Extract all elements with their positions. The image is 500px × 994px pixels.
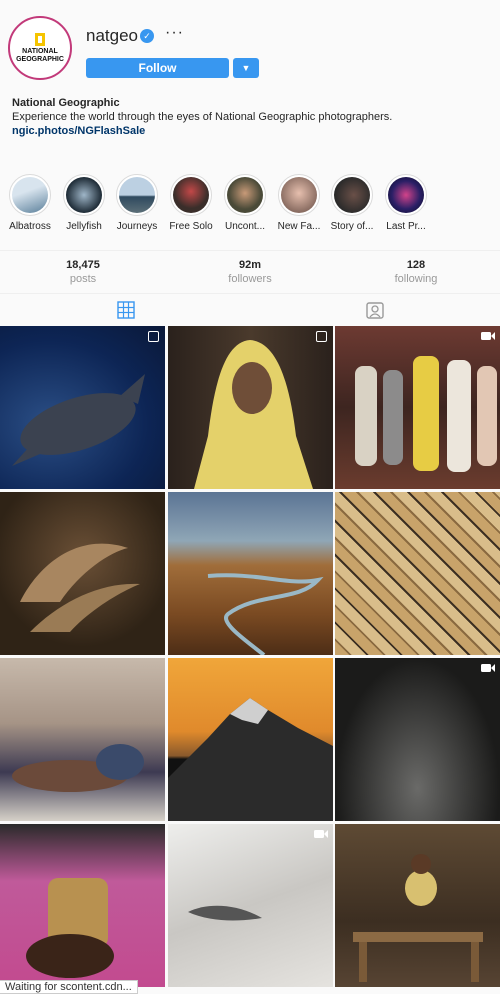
- following-label: following: [394, 273, 438, 285]
- video-icon: [481, 664, 495, 672]
- grid-post[interactable]: [335, 658, 500, 821]
- multiple-photos-icon: [316, 331, 327, 342]
- profile-header: NATIONAL GEOGRAPHIC natgeo ✓ ··· Follow …: [0, 0, 500, 94]
- story-highlights: Albatross Jellyfish Journeys Free Solo U…: [0, 174, 500, 238]
- highlight-item[interactable]: Story of...: [324, 174, 380, 232]
- grid-post[interactable]: [335, 824, 500, 987]
- highlight-item[interactable]: Journeys: [109, 174, 165, 232]
- browser-status-bar: Waiting for scontent.cdn...: [0, 980, 138, 994]
- highlight-label: Journeys: [116, 221, 158, 232]
- grid-post[interactable]: [335, 492, 500, 655]
- highlight-item[interactable]: Uncont...: [217, 174, 273, 232]
- followers-label: followers: [228, 273, 272, 285]
- hands-with-objects: [26, 878, 114, 978]
- following-count: 128: [406, 259, 426, 271]
- highlight-label: New Fa...: [277, 221, 321, 232]
- username: natgeo: [86, 26, 138, 45]
- verified-badge-icon: ✓: [140, 29, 154, 43]
- suggested-dropdown-button[interactable]: ▼: [233, 58, 259, 78]
- sleeping-figures: [12, 744, 144, 792]
- display-name: National Geographic: [12, 97, 120, 109]
- posts-label: posts: [69, 273, 97, 285]
- highlight-item[interactable]: Jellyfish: [56, 174, 112, 232]
- multiple-photos-icon: [148, 331, 159, 342]
- following-stat[interactable]: 128 following: [356, 259, 476, 285]
- highlight-label: Uncont...: [224, 221, 266, 232]
- highlight-label: Jellyfish: [66, 221, 102, 232]
- child-on-bench: [353, 854, 483, 982]
- grid-post[interactable]: [168, 658, 333, 821]
- mountain-shape: [168, 698, 333, 821]
- highlight-item[interactable]: New Fa...: [271, 174, 327, 232]
- tagged-photos-icon[interactable]: [366, 301, 384, 319]
- follow-button[interactable]: Follow: [86, 58, 229, 78]
- horse-eye-shape: [188, 905, 262, 921]
- grid-post[interactable]: [168, 824, 333, 987]
- grid-post[interactable]: [0, 326, 165, 489]
- people-shapes: [355, 356, 497, 472]
- grid-post[interactable]: [0, 658, 165, 821]
- highlight-label: Albatross: [9, 221, 51, 232]
- grid-view-icon[interactable]: [117, 301, 135, 319]
- posts-stat: 18,475 posts: [23, 259, 143, 285]
- profile-avatar[interactable]: NATIONAL GEOGRAPHIC: [8, 16, 72, 80]
- video-icon: [314, 830, 328, 838]
- highlight-label: Last Pr...: [386, 221, 426, 232]
- highlight-label: Free Solo: [169, 221, 213, 232]
- posts-grid: [0, 326, 500, 994]
- grid-post[interactable]: [0, 824, 165, 987]
- grid-post[interactable]: [0, 492, 165, 655]
- highlight-item[interactable]: Last Pr...: [378, 174, 434, 232]
- yellow-headscarf-shape: [194, 340, 313, 489]
- highlight-item[interactable]: Free Solo: [163, 174, 219, 232]
- bio: National Geographic Experience the world…: [12, 96, 392, 138]
- followers-count: 92m: [238, 259, 262, 271]
- profile-stats: 18,475 posts 92m followers 128 following: [0, 250, 500, 294]
- more-options-icon[interactable]: ···: [165, 24, 184, 42]
- river-shape: [207, 573, 324, 655]
- snake-shapes: [20, 543, 140, 632]
- highlight-label: Story of...: [330, 221, 374, 232]
- grid-post[interactable]: [168, 492, 333, 655]
- posts-count: 18,475: [66, 259, 100, 271]
- video-icon: [481, 332, 495, 340]
- highlight-item[interactable]: Albatross: [2, 174, 58, 232]
- followers-stat[interactable]: 92m followers: [190, 259, 310, 285]
- grid-post[interactable]: [335, 326, 500, 489]
- bio-text: Experience the world through the eyes of…: [12, 111, 393, 123]
- natgeo-logo-icon: [35, 32, 45, 46]
- bio-link[interactable]: ngic.photos/NGFlashSale: [12, 124, 392, 138]
- grid-post[interactable]: [168, 326, 333, 489]
- profile-tabs: [0, 294, 500, 326]
- whale-shark-shape: [12, 374, 145, 466]
- logo-text: NATIONAL GEOGRAPHIC: [16, 47, 64, 63]
